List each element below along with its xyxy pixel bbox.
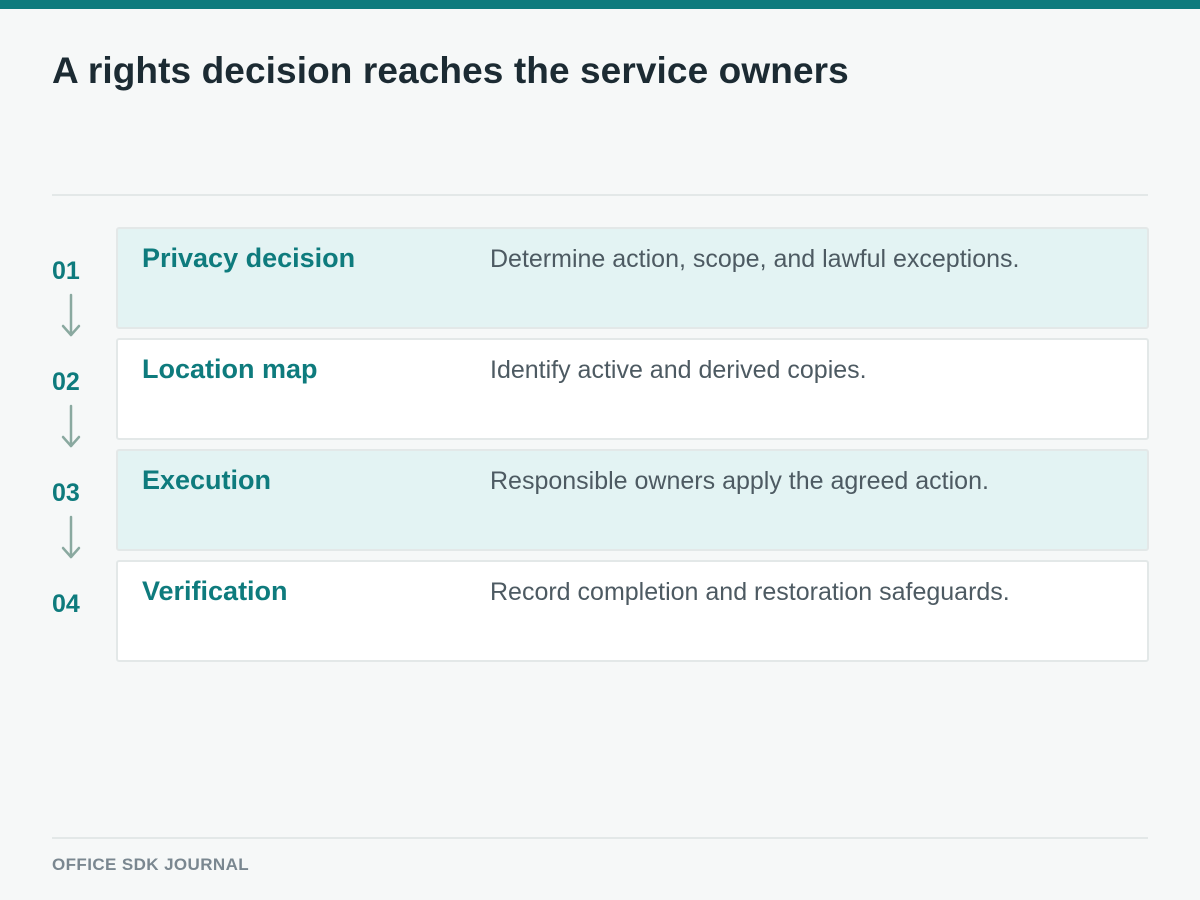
footer-publication: OFFICE SDK JOURNAL <box>52 855 250 874</box>
step-row: 04 Verification Record completion and re… <box>0 560 1200 662</box>
step-description: Responsible owners apply the agreed acti… <box>490 467 989 495</box>
step-description: Identify active and derived copies. <box>490 356 867 384</box>
step-card: Execution Responsible owners apply the a… <box>116 449 1149 551</box>
slide: A rights decision reaches the service ow… <box>0 0 1200 900</box>
step-card: Location map Identify active and derived… <box>116 338 1149 440</box>
step-number: 02 <box>52 368 80 396</box>
step-row: 03 Execution Responsible owners apply th… <box>0 449 1200 559</box>
step-label: Verification <box>142 576 288 606</box>
step-label: Privacy decision <box>142 243 356 273</box>
arrow-down-icon <box>61 404 81 448</box>
step-label: Execution <box>142 465 272 495</box>
step-card: Verification Record completion and resto… <box>116 560 1149 662</box>
arrow-down-icon <box>61 293 81 337</box>
step-number: 01 <box>52 257 80 285</box>
arrow-down-icon <box>61 515 81 559</box>
footer-divider <box>52 837 1148 839</box>
step-number: 03 <box>52 479 80 507</box>
step-row: 01 Privacy decision Determine action, sc… <box>0 227 1200 337</box>
step-card: Privacy decision Determine action, scope… <box>116 227 1149 329</box>
step-row: 02 Location map Identify active and deri… <box>0 338 1200 448</box>
step-number: 04 <box>52 590 80 618</box>
process-steps: 01 Privacy decision Determine action, sc… <box>0 0 1200 900</box>
step-description: Determine action, scope, and lawful exce… <box>490 245 1020 273</box>
step-description: Record completion and restoration safegu… <box>490 578 1010 606</box>
step-label: Location map <box>142 354 318 384</box>
